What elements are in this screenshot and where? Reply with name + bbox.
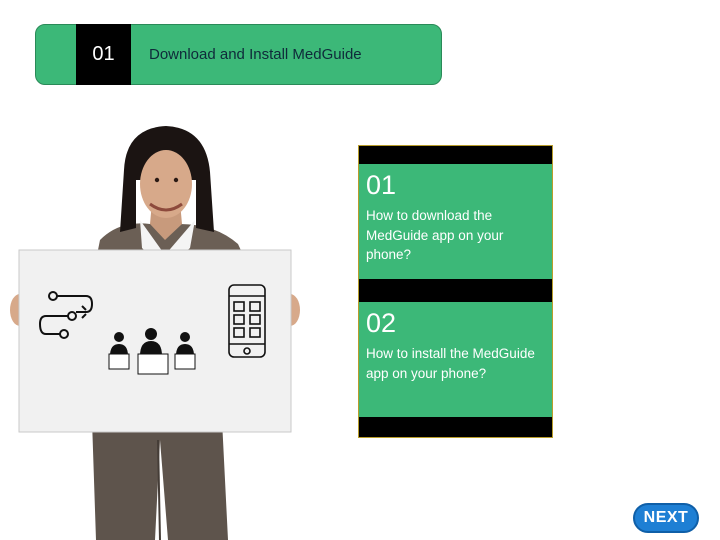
topic-number: 01	[366, 170, 397, 200]
next-button[interactable]: NEXT	[633, 503, 699, 533]
team-icon	[108, 328, 196, 375]
lesson-number: 01	[76, 24, 131, 85]
presenter-illustration	[10, 126, 300, 540]
lesson-title: Download and Install MedGuide	[149, 46, 362, 63]
topic-label: How to install the MedGuide app on your …	[366, 346, 535, 381]
topic-number: 02	[366, 308, 397, 338]
lesson-header-banner: 01 Download and Install MedGuide	[35, 24, 442, 85]
topic-list: 01 How to download the MedGuide app on y…	[358, 145, 553, 438]
topic-item-download[interactable]: 01 How to download the MedGuide app on y…	[359, 164, 552, 279]
topic-item-install[interactable]: 02 How to install the MedGuide app on yo…	[359, 302, 552, 417]
topic-label: How to download the MedGuide app on your…	[366, 208, 504, 262]
